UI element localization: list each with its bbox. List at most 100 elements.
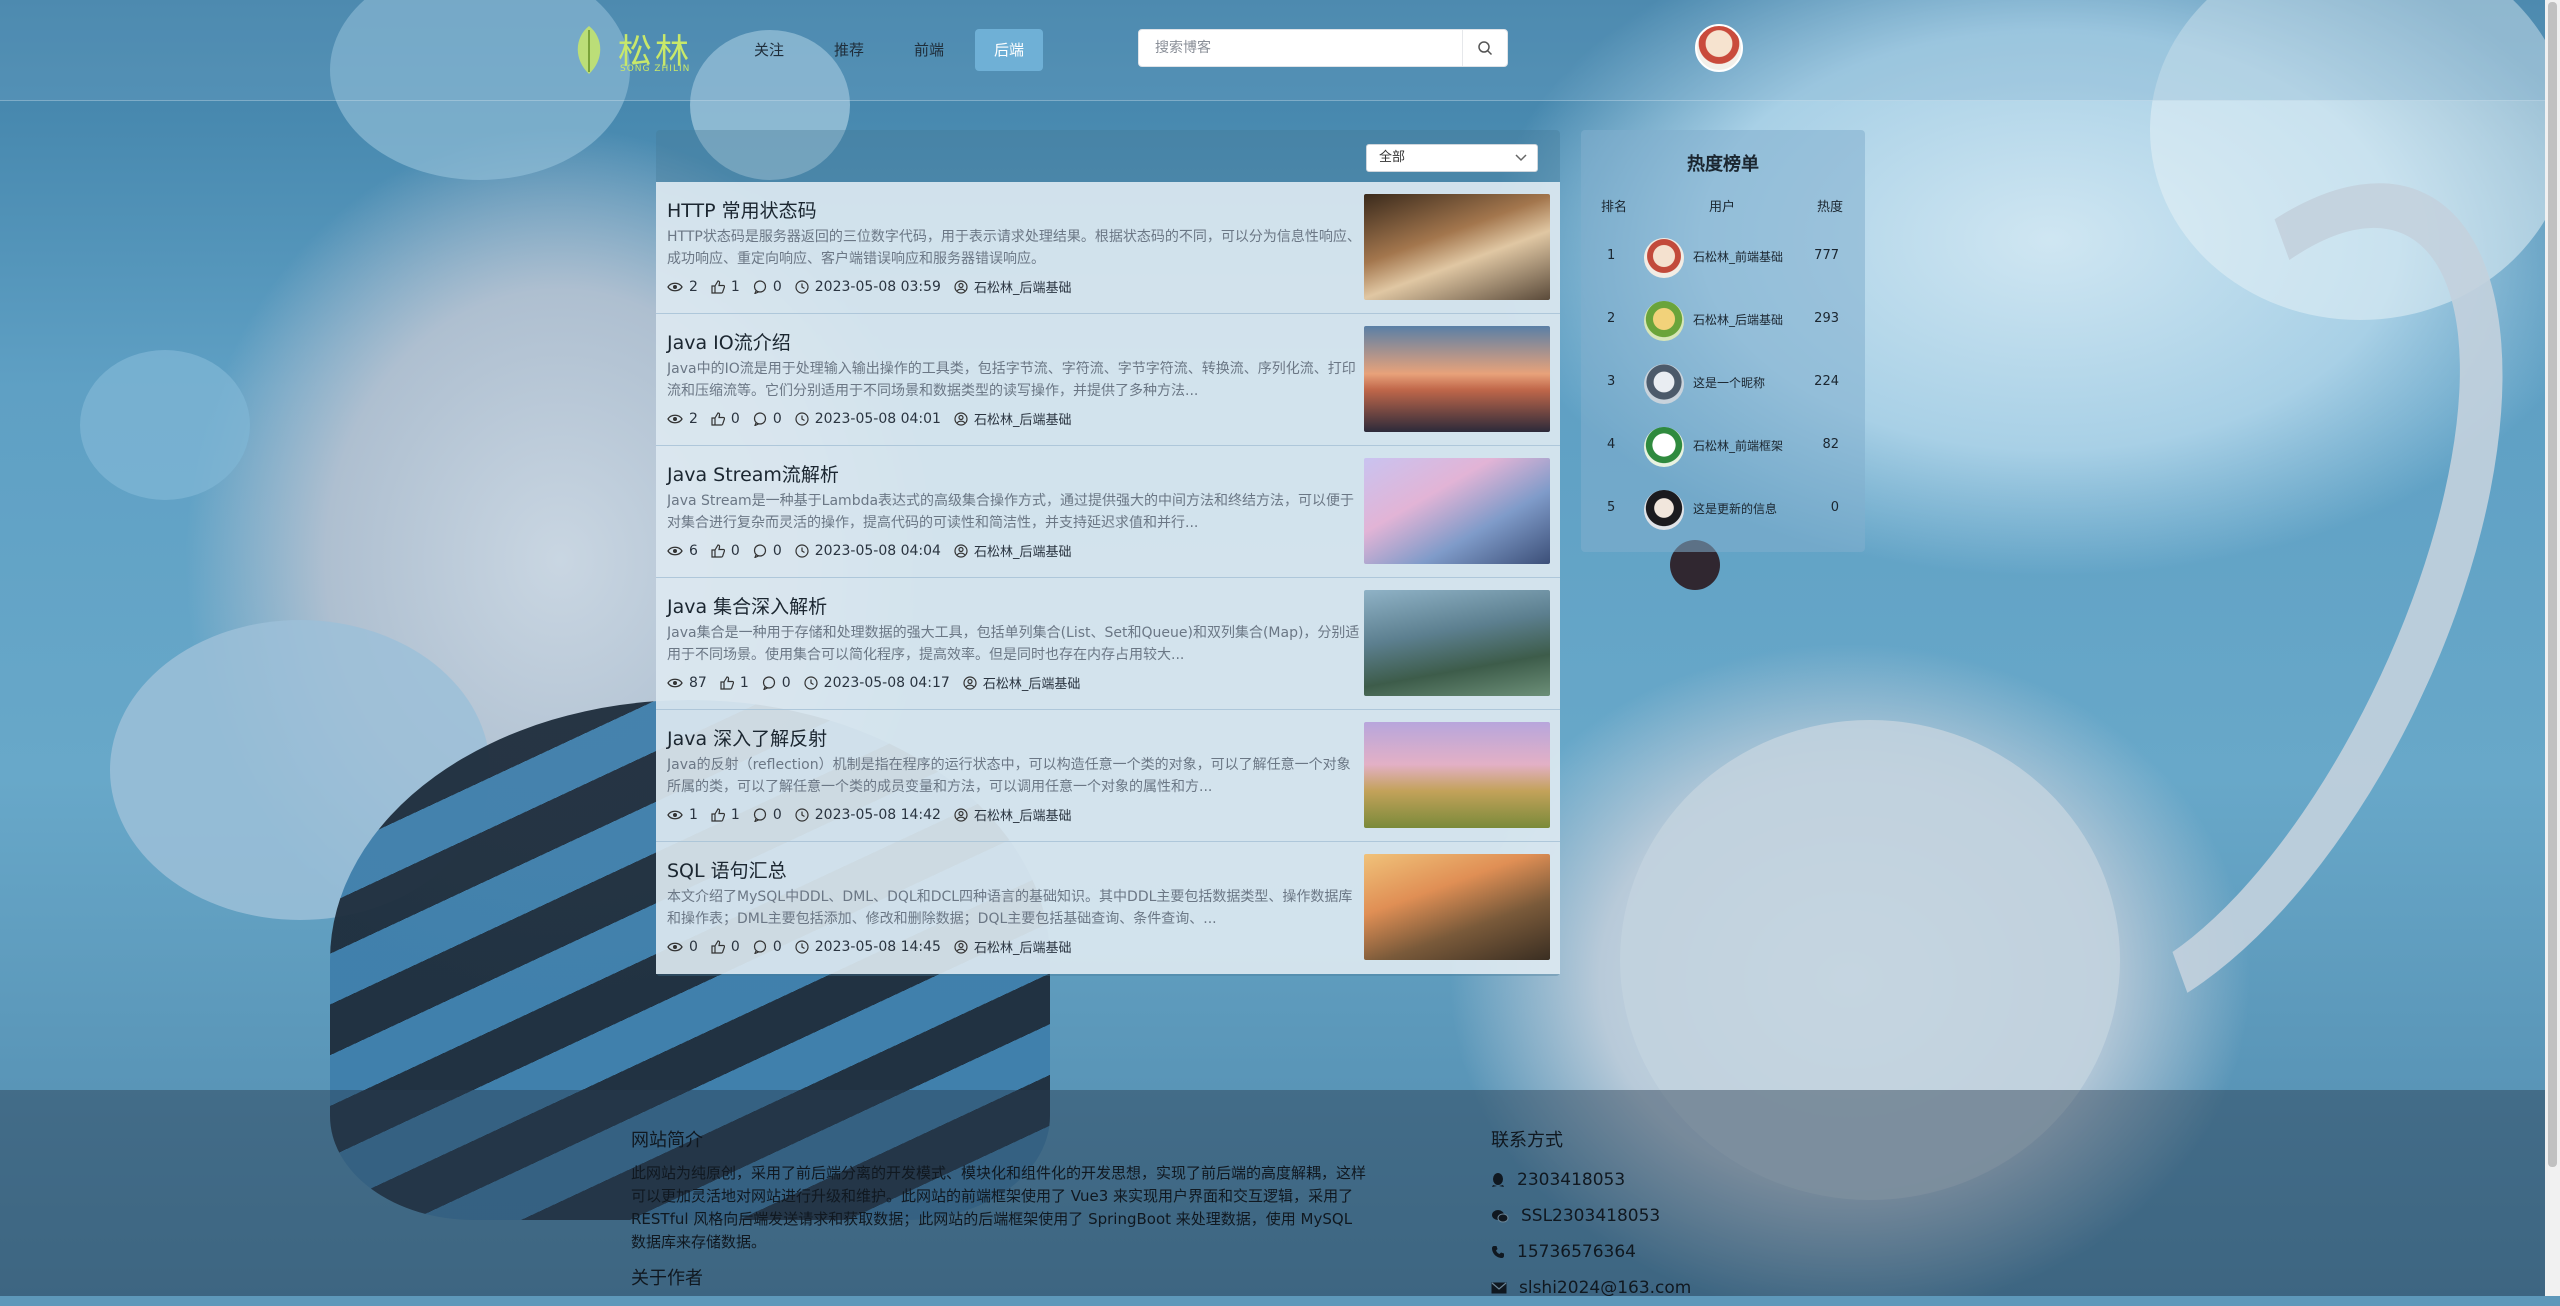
clock-icon: [795, 279, 809, 294]
ranking-rank: 1: [1607, 248, 1616, 263]
article-item[interactable]: HTTP 常用状态码 HTTP状态码是服务器返回的三位数字代码，用于表示请求处理…: [656, 182, 1560, 314]
article-thumbnail[interactable]: [1364, 722, 1550, 828]
comment-icon[interactable]: [753, 279, 767, 294]
view-count: 2: [689, 410, 698, 427]
category-select[interactable]: 全部: [1366, 144, 1538, 172]
comment-icon[interactable]: [753, 411, 767, 426]
avatar[interactable]: [1644, 490, 1684, 530]
article-author[interactable]: 石松林_后端基础: [974, 277, 1072, 296]
thumbs-up-icon[interactable]: [720, 675, 734, 690]
article-thumbnail[interactable]: [1364, 854, 1550, 960]
ranking-username[interactable]: 石松林_前端基础: [1693, 248, 1783, 265]
avatar[interactable]: [1644, 427, 1684, 467]
avatar[interactable]: [1644, 301, 1684, 341]
comment-count: 0: [772, 938, 782, 955]
article-title[interactable]: SQL 语句汇总: [667, 856, 787, 883]
contact-email: slshi2024@163.com: [1491, 1270, 1691, 1306]
article-summary: Java的反射（reflection）机制是指在程序的运行状态中，可以构造任意一…: [667, 757, 1351, 795]
article-author[interactable]: 石松林_后端基础: [974, 541, 1072, 560]
eye-icon: [667, 942, 683, 951]
comment-count: 0: [772, 806, 782, 823]
like-count: 0: [730, 410, 740, 427]
footer-intro: 网站简介 此网站为纯原创，采用了前后端分离的开发模式、模块化和组件化的开发思想，…: [631, 1126, 1371, 1300]
article-title[interactable]: Java IO流介绍: [667, 328, 791, 355]
mail-icon: [1491, 1282, 1507, 1294]
article-thumbnail[interactable]: [1364, 458, 1550, 564]
phone-number[interactable]: 15736576364: [1517, 1242, 1636, 1262]
author-heading: 关于作者: [631, 1268, 703, 1289]
thumbs-up-icon[interactable]: [711, 279, 725, 294]
article-item[interactable]: Java IO流介绍 Java中的IO流是用于处理输入输出操作的工具类，包括字节…: [656, 314, 1560, 446]
comment-icon[interactable]: [753, 543, 767, 558]
article-title[interactable]: HTTP 常用状态码: [667, 196, 817, 223]
article-author[interactable]: 石松林_后端基础: [983, 673, 1081, 692]
article-item[interactable]: Java 深入了解反射 Java的反射（reflection）机制是指在程序的运…: [656, 710, 1560, 842]
filter-bar: 全部: [656, 130, 1560, 182]
like-count: 0: [730, 938, 740, 955]
comment-icon[interactable]: [753, 807, 767, 822]
ranking-row[interactable]: 5 这是更新的信息 0: [1581, 482, 1865, 536]
ranking-rank: 4: [1607, 437, 1616, 452]
thumbs-up-icon[interactable]: [711, 411, 725, 426]
search-button[interactable]: [1462, 30, 1507, 66]
wechat-id[interactable]: SSL2303418053: [1521, 1206, 1660, 1226]
nav-recommend[interactable]: 推荐: [815, 29, 883, 71]
thumbs-up-icon[interactable]: [711, 807, 725, 822]
nav-frontend[interactable]: 前端: [895, 29, 963, 71]
nav-backend[interactable]: 后端: [975, 29, 1044, 71]
ranking-row[interactable]: 2 石松林_后端基础 293: [1581, 293, 1865, 347]
thumbs-up-icon[interactable]: [711, 543, 725, 558]
ranking-score: 293: [1814, 311, 1839, 326]
ranking-row[interactable]: 1 石松林_前端基础 777: [1581, 230, 1865, 284]
article-item[interactable]: Java 集合深入解析 Java集合是一种用于存储和处理数据的强大工具，包括单列…: [656, 578, 1560, 710]
nav-follow[interactable]: 关注: [735, 29, 803, 71]
ranking-username[interactable]: 这是一个昵称: [1693, 374, 1765, 391]
ranking-rank: 3: [1607, 374, 1616, 389]
article-thumbnail[interactable]: [1364, 194, 1550, 300]
ranking-username[interactable]: 石松林_后端基础: [1693, 311, 1783, 328]
qq-number[interactable]: 2303418053: [1517, 1170, 1625, 1190]
intro-text: 此网站为纯原创，采用了前后端分离的开发模式、模块化和组件化的开发思想，实现了前后…: [631, 1164, 1367, 1251]
user-avatar[interactable]: [1695, 24, 1743, 72]
article-title[interactable]: Java 集合深入解析: [667, 592, 827, 619]
comment-count: 0: [772, 278, 782, 295]
article-title[interactable]: Java 深入了解反射: [667, 724, 827, 751]
ranking-row[interactable]: 4 石松林_前端框架 82: [1581, 419, 1865, 473]
scrollbar-thumb[interactable]: [2548, 2, 2557, 1167]
intro-heading: 网站简介: [631, 1130, 703, 1151]
ranking-rank: 5: [1607, 500, 1616, 515]
contact-wechat: SSL2303418053: [1491, 1198, 1691, 1234]
like-count: 1: [739, 674, 749, 691]
page-scrollbar[interactable]: [2545, 0, 2560, 1296]
comment-icon[interactable]: [753, 939, 767, 954]
clock-icon: [795, 939, 809, 954]
hot-ranking-title: 热度榜单: [1687, 154, 1759, 175]
article-thumbnail[interactable]: [1364, 590, 1550, 696]
like-count: 1: [730, 806, 740, 823]
article-summary: 本文介绍了MySQL中DDL、DML、DQL和DCL四种语言的基础知识。其中DD…: [667, 889, 1353, 927]
publish-date: 2023-05-08 14:42: [814, 806, 941, 823]
search-input[interactable]: [1139, 30, 1491, 66]
article-item[interactable]: SQL 语句汇总 本文介绍了MySQL中DDL、DML、DQL和DCL四种语言的…: [656, 842, 1560, 974]
article-author[interactable]: 石松林_后端基础: [974, 937, 1072, 956]
avatar[interactable]: [1644, 364, 1684, 404]
article-author[interactable]: 石松林_后端基础: [974, 805, 1072, 824]
article-title[interactable]: Java Stream流解析: [667, 460, 839, 487]
site-logo[interactable]: 松林 SONG ZHILIN: [570, 20, 710, 80]
ranking-username[interactable]: 石松林_前端框架: [1693, 437, 1783, 454]
article-author[interactable]: 石松林_后端基础: [974, 409, 1072, 428]
email-address[interactable]: slshi2024@163.com: [1519, 1278, 1691, 1298]
article-item[interactable]: Java Stream流解析 Java Stream是一种基于Lambda表达式…: [656, 446, 1560, 578]
clock-icon: [795, 411, 809, 426]
user-icon: [954, 543, 968, 558]
article-summary: Java Stream是一种基于Lambda表达式的高级集合操作方式，通过提供强…: [667, 493, 1355, 531]
article-thumbnail[interactable]: [1364, 326, 1550, 432]
thumbs-up-icon[interactable]: [711, 939, 725, 954]
ranking-row[interactable]: 3 这是一个昵称 224: [1581, 356, 1865, 410]
ranking-username[interactable]: 这是更新的信息: [1693, 500, 1777, 517]
main-nav: 关注 推荐 前端 后端: [735, 29, 1055, 71]
avatar[interactable]: [1644, 238, 1684, 278]
comment-icon[interactable]: [762, 675, 776, 690]
category-select-value: 全部: [1379, 150, 1406, 165]
publish-date: 2023-05-08 04:04: [814, 542, 941, 559]
